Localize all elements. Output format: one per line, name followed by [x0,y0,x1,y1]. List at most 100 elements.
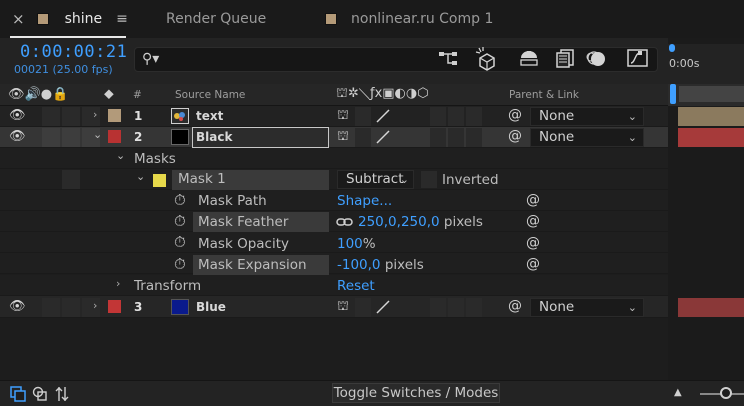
motion-blur-switch[interactable] [430,298,446,317]
tab-render-queue[interactable]: Render Queue [166,0,266,38]
mask-expansion-row[interactable] [0,253,668,274]
playhead-marker[interactable] [670,84,676,104]
3d-switch[interactable] [466,128,482,147]
transfer-controls-toggle-icon[interactable] [32,386,48,402]
work-area-start-handle[interactable] [669,44,675,52]
av-switch-icons[interactable]: 👁🔊●🔒 [8,87,68,102]
stopwatch-icon[interactable]: ⏱ [174,233,186,251]
mask-opacity-value[interactable]: 100 [337,236,363,252]
collapse-switch[interactable] [355,298,371,317]
eye-icon[interactable]: 👁 [9,299,26,314]
collapse-switch[interactable] [355,128,371,147]
inverted-checkbox[interactable] [421,171,437,188]
column-source-name[interactable]: Source Name [175,89,245,101]
layer-duration-bar[interactable] [678,128,744,147]
expanded-chevron-icon[interactable]: ⌄ [136,170,145,183]
pickwhip-icon[interactable]: @ [508,298,522,314]
adjustment-switch[interactable] [448,107,464,126]
mask-row[interactable] [0,169,668,190]
solo-switch[interactable] [62,107,80,126]
parent-dropdown[interactable]: None ⌄ [530,128,644,147]
collapse-switch[interactable] [355,107,371,126]
pickwhip-icon[interactable]: @ [526,235,540,251]
shy-switch-icon[interactable]: ⛫ [337,108,349,125]
pickwhip-icon[interactable]: @ [508,128,522,144]
transform-row[interactable] [0,275,668,296]
shy-layers-icon[interactable] [518,48,540,68]
expanded-chevron-icon[interactable]: ⌄ [93,128,102,141]
panel-menu-icon[interactable]: ≡ [116,11,128,27]
mask-path-row[interactable] [0,190,668,211]
pickwhip-icon[interactable]: @ [526,213,540,229]
column-hash[interactable]: # [133,89,142,101]
layer-duration-bar[interactable] [678,107,744,126]
zoom-bar[interactable] [679,86,744,102]
parent-dropdown[interactable]: None ⌄ [530,298,644,317]
layer-name-edit[interactable]: Black [192,127,329,148]
stopwatch-icon[interactable]: ⏱ [174,212,186,230]
mask-color-swatch[interactable] [153,174,166,187]
eye-icon[interactable]: 👁 [9,108,26,123]
eye-icon[interactable]: 👁 [9,129,26,144]
3d-switch[interactable] [466,298,482,317]
pickwhip-icon[interactable]: @ [526,192,540,208]
link-icon[interactable] [336,217,354,227]
label-color-swatch[interactable] [108,300,121,313]
quality-switch-icon[interactable] [374,108,392,124]
layer-switches-toggle-icon[interactable] [10,386,26,402]
layer-name[interactable]: text [196,109,223,123]
draft-3d-icon[interactable] [474,46,500,72]
expand-chevron-icon[interactable]: › [116,277,120,290]
stopwatch-icon[interactable]: ⏱ [174,191,186,209]
zoom-slider-thumb[interactable] [720,387,732,399]
adjustment-switch[interactable] [448,298,464,317]
tab-comp[interactable]: nonlinear.ru Comp 1 [325,0,493,38]
column-parent-link[interactable]: Parent & Link [509,89,579,101]
audio-switch[interactable] [42,107,60,126]
mask-path-value[interactable]: Shape... [337,193,392,209]
graph-editor-icon[interactable] [626,47,650,69]
mask-feather-row[interactable] [0,211,668,232]
masks-group-row[interactable] [0,148,668,169]
quality-switch-icon[interactable] [374,299,392,315]
pickwhip-icon[interactable]: @ [526,256,540,272]
parent-dropdown[interactable]: None ⌄ [530,107,644,126]
shy-switch-icon[interactable]: ⛫ [337,299,349,316]
expand-chevron-icon[interactable]: › [93,299,97,312]
close-tab-icon[interactable]: × [12,10,25,28]
search-icon[interactable]: ⚲▾ [142,51,159,67]
shy-switch-icon[interactable]: ⛫ [337,129,349,146]
mask-expansion-value[interactable]: -100,0 [337,257,381,273]
mask-lock-switch[interactable] [62,170,80,189]
layer-search-input[interactable] [134,47,658,72]
composition-flowchart-icon[interactable] [437,48,461,70]
mask-mode-dropdown[interactable]: Subtract ⌄ [337,170,414,189]
transform-reset-button[interactable]: Reset [337,278,375,294]
mask-name-box[interactable]: Mask 1 [172,170,329,190]
toggle-switches-modes-button[interactable]: Toggle Switches / Modes [332,383,500,403]
label-color-swatch[interactable] [108,130,121,143]
tab-shine[interactable]: × shine ≡ [12,0,128,38]
audio-switch[interactable] [42,128,60,147]
motion-blur-switch[interactable] [430,128,446,147]
layer-name[interactable]: Blue [196,300,226,314]
motion-blur-switch[interactable] [430,107,446,126]
label-color-swatch[interactable] [108,109,121,122]
solo-switch[interactable] [62,298,80,317]
current-time-display[interactable]: 0:00:00:21 [20,42,127,62]
audio-switch[interactable] [42,298,60,317]
layer-duration-bar[interactable] [678,298,744,317]
in-out-toggle-icon[interactable] [54,385,70,403]
quality-switch-icon[interactable] [374,129,392,145]
solo-switch[interactable] [62,128,80,147]
mask-opacity-row[interactable] [0,232,668,253]
expand-chevron-icon[interactable]: › [93,108,97,121]
switches-header-icons[interactable]: ⛫✲⟍ƒx▣◐◑⬡ [336,86,429,103]
motion-blur-icon[interactable] [586,47,608,69]
adjustment-switch[interactable] [448,128,464,147]
3d-switch[interactable] [466,107,482,126]
stopwatch-icon[interactable]: ⏱ [174,255,186,273]
pickwhip-icon[interactable]: @ [508,107,522,123]
zoom-out-icon[interactable]: ▲ [674,387,682,398]
expanded-chevron-icon[interactable]: ⌄ [116,149,125,162]
